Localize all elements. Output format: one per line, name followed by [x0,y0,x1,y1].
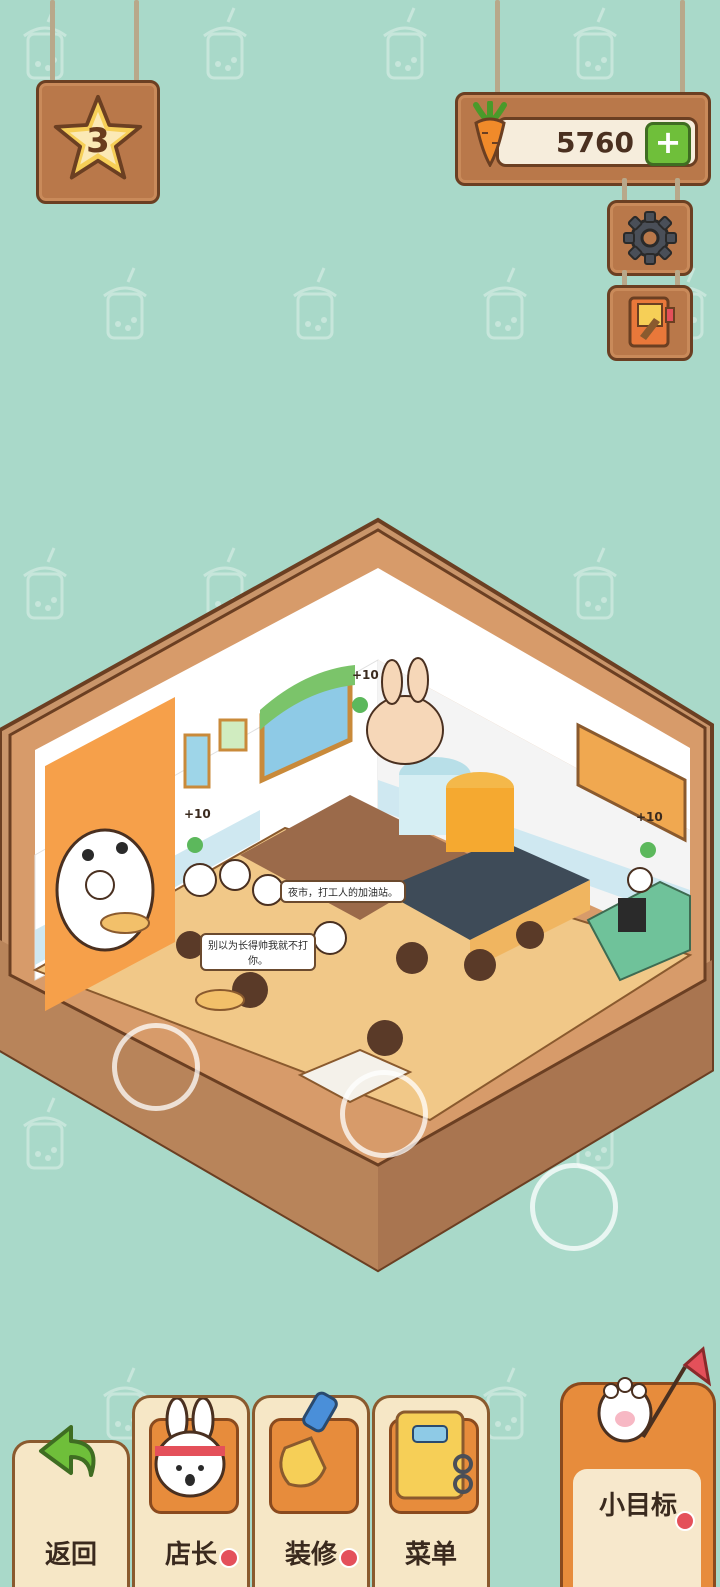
notification-dot [219,1548,239,1568]
currency-panel: 5760 + [455,92,711,186]
manager-button[interactable]: 店长 [132,1395,250,1587]
level-number: 3 [86,121,110,161]
settings-button[interactable] [607,200,693,276]
reward-text-2: +10 [184,807,211,821]
goal-button[interactable]: 小目标 [560,1346,716,1587]
tap-ring [340,1070,428,1158]
menu-button[interactable]: 菜单 [372,1395,490,1587]
paint-brush-icon [279,1391,338,1488]
menu-label: 菜单 [404,1540,457,1570]
back-arrow-icon [39,1425,96,1477]
back-label: 返回 [44,1540,97,1570]
notification-dot [339,1548,359,1568]
currency-display: 5760 + [496,117,698,167]
notification-dot [675,1511,695,1531]
recipe-book-icon [395,1410,473,1500]
gear-icon [623,211,677,265]
bunny-manager-icon [154,1398,226,1498]
tap-ring [112,1023,200,1111]
back-button[interactable]: 返回 [12,1425,130,1587]
speech-bubble-1: 夜市，打工人的加油站。 [280,880,406,903]
carrot-icon [473,101,507,167]
tap-ring [530,1163,618,1251]
notebook-button[interactable] [607,285,693,361]
reward-text-3: +10 [636,810,663,824]
speech-bubble-2: 别以为长得帅我就不打你。 [200,933,316,971]
reward-text-1: +10 [352,668,379,682]
decorate-button[interactable]: 装修 [252,1391,370,1587]
bunny-paw-flag-icon [597,1346,711,1443]
currency-value: 5760 [556,126,634,159]
add-currency-button[interactable]: + [645,122,691,166]
notebook-icon [628,296,675,348]
level-badge[interactable]: 3 [36,80,160,204]
